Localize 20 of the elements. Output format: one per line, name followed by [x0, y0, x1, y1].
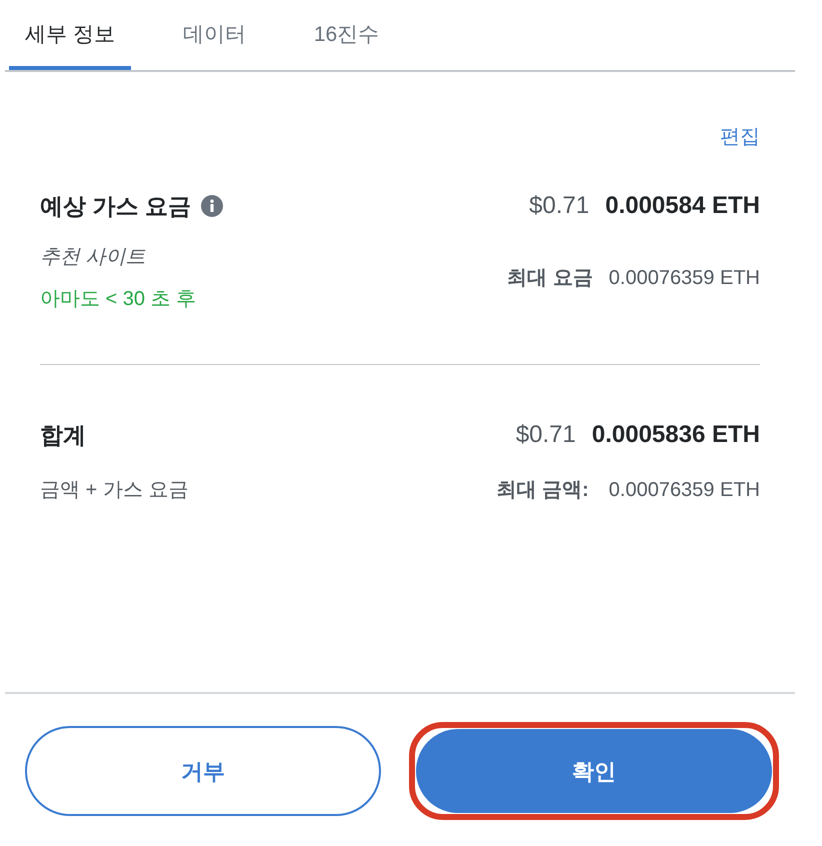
edit-link[interactable]: 편집 [720, 122, 760, 152]
max-amount-value: 0.00076359 ETH [608, 478, 760, 503]
info-icon[interactable] [200, 195, 223, 217]
total-fiat: $0.71 [516, 420, 576, 450]
confirm-button[interactable]: 확인 [416, 729, 772, 813]
gas-fee-amount: 0.000584 ETH [605, 191, 760, 221]
tab[interactable]: 데이터 [166, 0, 262, 70]
total-label: 합계 [40, 420, 86, 450]
reject-button[interactable]: 거부 [25, 726, 381, 816]
total-sublabel: 금액 + 가스 요금 [40, 478, 188, 503]
max-fee-label: 최대 요금 [507, 266, 593, 291]
max-amount-label: 최대 금액: [496, 478, 589, 503]
site-suggestion-text: 추천 사이트 [40, 245, 147, 270]
gas-fee-label: 예상 가스 요금 [40, 192, 191, 221]
tab[interactable]: 세부 정보 [9, 0, 131, 70]
tab[interactable]: 16진수 [298, 0, 396, 70]
max-fee-amount: 0.00076359 ETH [608, 266, 760, 291]
timing-text: 아마도 < 30 초 후 [40, 287, 196, 312]
gas-fee-fiat: $0.71 [529, 191, 590, 221]
total-amount: 0.0005836 ETH [592, 420, 760, 450]
